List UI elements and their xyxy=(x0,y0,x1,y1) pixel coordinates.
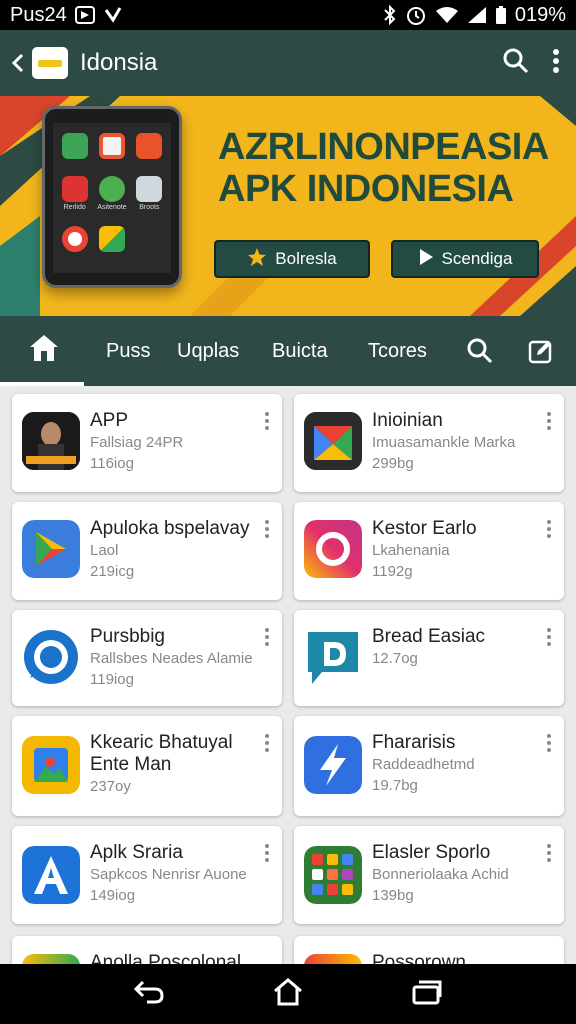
alarm-icon xyxy=(405,4,427,26)
app-card[interactable]: Aplk Sraria Sapkcos Nenrisr Auone 149iog xyxy=(12,826,282,924)
app-card[interactable]: Pursbbig Rallsbes Neades Alamie 119iog xyxy=(12,610,282,706)
check-shield-icon xyxy=(103,6,123,24)
a-letter-icon xyxy=(22,846,80,904)
tab-tcores[interactable]: Tcores xyxy=(368,316,427,386)
more-vert-icon[interactable] xyxy=(546,628,552,646)
banner-headline: AZRLINONPEASIA APK INDONESIA xyxy=(218,126,549,210)
carrier-label: Pus24 xyxy=(10,3,67,26)
recents-nav-icon[interactable] xyxy=(411,978,443,1011)
media-icon xyxy=(74,6,95,24)
more-vert-icon[interactable] xyxy=(546,844,552,862)
tab-search-icon[interactable] xyxy=(466,316,494,386)
photo-icon xyxy=(22,736,80,794)
home-icon xyxy=(28,333,60,369)
partial-icon xyxy=(304,954,362,964)
portrait-game-icon xyxy=(22,412,80,470)
app-card[interactable]: Apuloka bspelavay Laol 219icg xyxy=(12,502,282,600)
signal-icon xyxy=(467,6,487,24)
lightning-icon xyxy=(304,736,362,794)
app-card[interactable]: Inioinian Imuasamankle Marka 299bg xyxy=(294,394,564,492)
system-nav-bar xyxy=(0,964,576,1024)
tab-puss[interactable]: Puss xyxy=(106,316,150,386)
promo-banner[interactable]: Rerlido Asitenote Broots AZRLINONPEASIA … xyxy=(0,96,576,316)
search-icon[interactable] xyxy=(502,47,530,80)
tab-bar: Puss Uqplas Buicta Tcores xyxy=(0,316,576,386)
back-icon[interactable] xyxy=(6,52,30,74)
more-vert-icon[interactable] xyxy=(264,520,270,538)
more-vert-icon[interactable] xyxy=(264,734,270,752)
chat-bubble-icon xyxy=(22,628,80,686)
app-card[interactable]: APP Fallsiag 24PR 116iog xyxy=(12,394,282,492)
app-card[interactable]: Possorown xyxy=(294,936,564,964)
app-list: APP Fallsiag 24PR 116iog Inioinian Imuas… xyxy=(0,386,576,964)
maps-icon xyxy=(304,412,362,470)
camera-ring-icon xyxy=(304,520,362,578)
app-bar: Idonsia xyxy=(0,30,576,96)
more-vert-icon[interactable] xyxy=(264,844,270,862)
play-icon xyxy=(418,248,434,271)
tab-home[interactable] xyxy=(28,316,60,386)
app-logo xyxy=(32,47,68,79)
banner-button-primary[interactable]: Bolresla xyxy=(214,240,370,278)
partial-icon xyxy=(22,954,80,964)
back-nav-icon[interactable] xyxy=(133,978,165,1011)
star-icon xyxy=(247,247,267,272)
more-vert-icon[interactable] xyxy=(546,734,552,752)
play-store-icon xyxy=(22,520,80,578)
banner-button-secondary[interactable]: Scendiga xyxy=(391,240,539,278)
app-card[interactable]: Kkearic Bhatuyal Ente Man 237oy xyxy=(12,716,282,816)
tab-buicta[interactable]: Buicta xyxy=(272,316,328,386)
more-vert-icon[interactable] xyxy=(264,628,270,646)
tab-uqplas[interactable]: Uqplas xyxy=(177,316,239,386)
app-card[interactable]: Bread Easiac 12.7og xyxy=(294,610,564,706)
app-grid-icon xyxy=(304,846,362,904)
bluetooth-icon xyxy=(383,5,397,25)
more-vert-icon[interactable] xyxy=(264,412,270,430)
home-nav-icon[interactable] xyxy=(272,977,304,1012)
battery-icon xyxy=(495,5,507,25)
app-card[interactable]: Elasler Sporlo Bonneriolaaka Achid 139bg xyxy=(294,826,564,924)
d-letter-icon xyxy=(304,628,362,686)
more-vert-icon[interactable] xyxy=(546,412,552,430)
page-title: Idonsia xyxy=(80,49,158,76)
app-card[interactable]: Kestor Earlo Lkahenania 1192g xyxy=(294,502,564,600)
wifi-icon xyxy=(435,6,459,24)
app-card[interactable]: Anolla Poscolonal xyxy=(12,936,282,964)
app-card[interactable]: Fhararisis Raddeadhetmd 19.7bg xyxy=(294,716,564,816)
more-vert-icon[interactable] xyxy=(552,48,560,79)
battery-percent: 019% xyxy=(514,3,566,26)
edit-icon[interactable] xyxy=(528,316,554,386)
phone-illustration: Rerlido Asitenote Broots xyxy=(42,106,182,288)
status-bar: Pus24 019% xyxy=(0,0,576,30)
more-vert-icon[interactable] xyxy=(546,520,552,538)
